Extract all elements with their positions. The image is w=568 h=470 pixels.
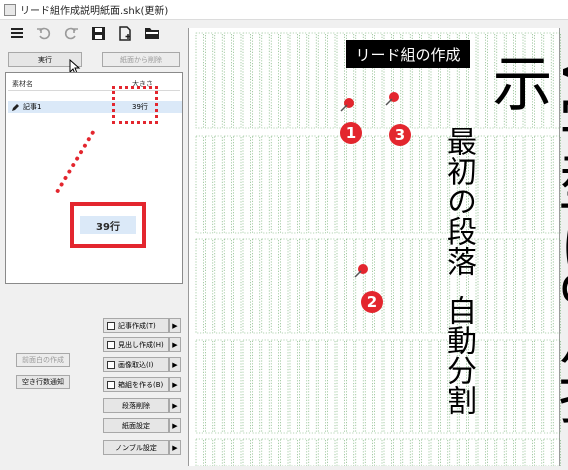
import-image-label: 画像取込(I) <box>118 360 154 369</box>
play-arrow-icon: ▶ <box>172 380 178 389</box>
undo-icon[interactable] <box>33 22 55 44</box>
pushpin-icon <box>385 92 399 106</box>
play-arrow-icon: ▶ <box>172 443 178 452</box>
heading-icon <box>107 340 115 349</box>
page-number-settings-arrow-button[interactable]: ▶ <box>169 440 181 455</box>
create-box-arrow-button[interactable]: ▶ <box>169 377 181 392</box>
pushpin-icon <box>354 264 368 278</box>
delete-from-page-label: 紙面から削除 <box>120 55 162 64</box>
execute-button-label: 実行 <box>38 55 52 64</box>
window-title: リード組作成説明紙面.shk(更新) <box>20 6 169 17</box>
blank-create-label: 前面白の作成 <box>22 356 64 364</box>
zoom-callout-value: 39行 <box>80 216 136 234</box>
delete-from-page-button[interactable]: 紙面から削除 <box>102 52 180 67</box>
play-arrow-icon: ▶ <box>172 421 178 430</box>
blank-create-button[interactable]: 前面白の作成 <box>16 353 70 367</box>
play-arrow-icon: ▶ <box>172 340 178 349</box>
pushpin-icon <box>340 98 354 112</box>
play-arrow-icon: ▶ <box>172 401 178 410</box>
title-bar: リード組作成説明紙面.shk(更新) <box>0 0 568 20</box>
save-icon[interactable] <box>87 22 109 44</box>
marker-2: 2 <box>361 291 383 313</box>
play-arrow-icon: ▶ <box>172 321 178 330</box>
create-box-button[interactable]: 箱組を作る(B) <box>103 377 169 392</box>
lead-title-label: リード組の作成 <box>346 40 470 68</box>
create-article-arrow-button[interactable]: ▶ <box>169 318 181 333</box>
new-document-icon[interactable] <box>114 22 136 44</box>
page-number-settings-label: ノンブル設定 <box>115 443 157 452</box>
pencil-icon <box>12 103 19 111</box>
image-icon <box>107 360 115 369</box>
subline-text-2: 自動分割 <box>441 295 476 415</box>
marker-3: 3 <box>389 124 411 146</box>
headline-text: V字型に3点指示 <box>484 52 568 425</box>
play-arrow-icon: ▶ <box>172 360 178 369</box>
row-name: 記事1 <box>23 103 42 111</box>
create-box-label: 箱組を作る(B) <box>118 380 164 389</box>
page-settings-arrow-button[interactable]: ▶ <box>169 418 181 433</box>
blank-lines-notify-label: 空き行数通知 <box>22 378 64 386</box>
page-settings-button[interactable]: 紙面設定 <box>103 418 169 433</box>
delete-paragraph-arrow-button[interactable]: ▶ <box>169 398 181 413</box>
subline-text-1: 最初の段落 <box>441 126 476 276</box>
redo-icon[interactable] <box>60 22 82 44</box>
size-highlight-box <box>112 86 158 124</box>
menu-icon[interactable] <box>6 22 28 44</box>
folder-icon[interactable] <box>141 22 163 44</box>
delete-paragraph-label: 段落削除 <box>122 401 150 410</box>
article-icon <box>107 321 115 330</box>
marker-1: 1 <box>340 122 362 144</box>
column-header-name: 素材名 <box>12 80 33 88</box>
import-image-arrow-button[interactable]: ▶ <box>169 357 181 372</box>
delete-paragraph-button[interactable]: 段落削除 <box>103 398 169 413</box>
page-settings-label: 紙面設定 <box>122 421 150 430</box>
page-number-settings-button[interactable]: ノンブル設定 <box>103 440 169 455</box>
create-heading-button[interactable]: 見出し作成(H) <box>103 337 169 352</box>
create-heading-label: 見出し作成(H) <box>118 340 164 349</box>
blank-lines-notify-button[interactable]: 空き行数通知 <box>16 375 70 389</box>
box-icon <box>107 380 115 389</box>
zoom-callout: 39行 <box>70 202 146 248</box>
import-image-button[interactable]: 画像取込(I) <box>103 357 169 372</box>
create-heading-arrow-button[interactable]: ▶ <box>169 337 181 352</box>
app-icon <box>4 3 16 16</box>
create-article-button[interactable]: 記事作成(T) <box>103 318 169 333</box>
create-article-label: 記事作成(T) <box>118 321 156 330</box>
toolbar <box>0 20 188 46</box>
